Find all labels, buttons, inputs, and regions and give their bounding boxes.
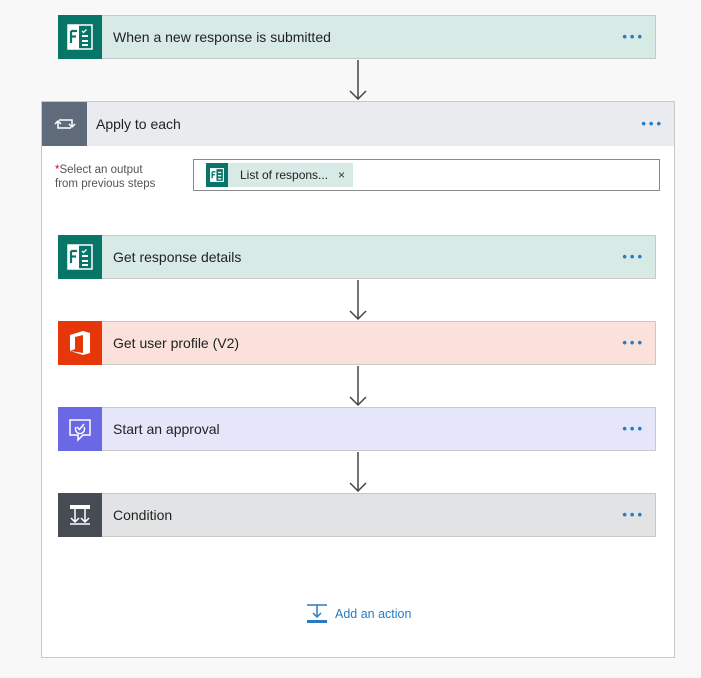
add-action-button[interactable]: Add an action: [307, 603, 411, 625]
action-card-condition[interactable]: Condition •••: [58, 493, 656, 537]
approval-icon: [58, 407, 102, 451]
arrow-down-icon: [349, 452, 367, 493]
dynamic-content-token[interactable]: List of respons... ×: [206, 163, 353, 187]
more-options-button[interactable]: •••: [641, 117, 664, 130]
action-card-get-user-profile[interactable]: Get user profile (V2) •••: [58, 321, 656, 365]
arrow-down-icon: [349, 366, 367, 407]
forms-icon: [58, 235, 102, 279]
more-options-button[interactable]: •••: [622, 508, 645, 521]
more-options-button[interactable]: •••: [622, 30, 645, 43]
action-title: Get response details: [113, 249, 242, 265]
office-icon: [58, 321, 102, 365]
remove-token-button[interactable]: ×: [338, 168, 345, 182]
select-output-label-line1: Select an output: [59, 164, 143, 176]
select-output-label-line2: from previous steps: [55, 178, 156, 190]
token-label: List of respons...: [240, 168, 329, 182]
forms-icon: [206, 163, 228, 187]
forms-icon: [58, 15, 102, 59]
trigger-title: When a new response is submitted: [113, 29, 331, 45]
apply-to-each-title: Apply to each: [96, 116, 181, 132]
add-action-label: Add an action: [335, 607, 412, 621]
action-title: Start an approval: [113, 421, 220, 437]
more-options-button[interactable]: •••: [622, 422, 645, 435]
apply-to-each-header[interactable]: Apply to each •••: [42, 102, 674, 146]
arrow-down-icon: [349, 280, 367, 321]
action-title: Condition: [113, 507, 173, 523]
select-output-input[interactable]: List of respons... ×: [193, 159, 660, 191]
action-title: Get user profile (V2): [113, 335, 240, 351]
select-output-label: *Select an output from previous steps: [55, 163, 185, 191]
arrow-down-icon: [349, 60, 367, 101]
trigger-card[interactable]: When a new response is submitted •••: [58, 15, 656, 59]
more-options-button[interactable]: •••: [622, 250, 645, 263]
action-card-get-response-details[interactable]: Get response details •••: [58, 235, 656, 279]
loop-icon: [42, 102, 87, 146]
action-card-start-approval[interactable]: Start an approval •••: [58, 407, 656, 451]
more-options-button[interactable]: •••: [622, 336, 645, 349]
condition-icon: [58, 493, 102, 537]
add-action-icon: [307, 604, 327, 623]
